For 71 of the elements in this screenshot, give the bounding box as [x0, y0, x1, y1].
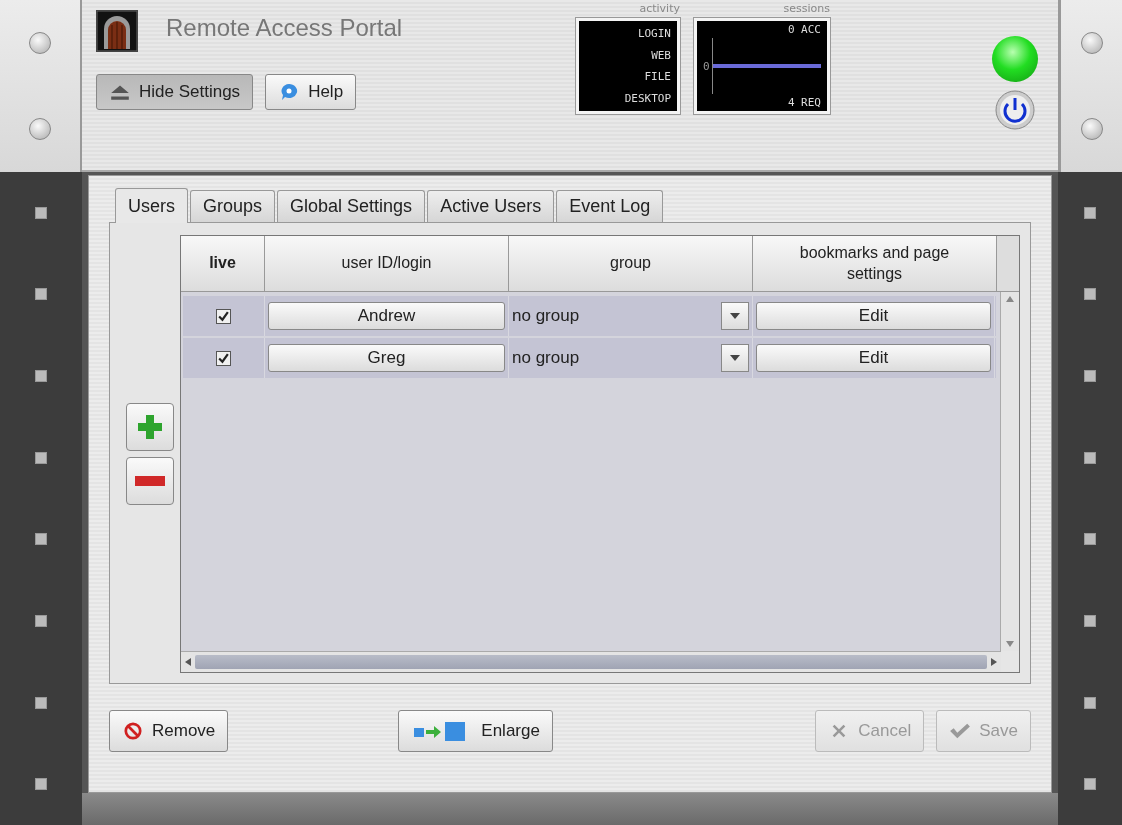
- square-led-icon: [1084, 533, 1096, 546]
- square-led-icon: [1084, 614, 1096, 627]
- scroll-thumb[interactable]: [195, 655, 987, 669]
- square-led-icon: [1084, 206, 1096, 219]
- user-button[interactable]: Greg: [268, 344, 505, 372]
- eject-icon: [109, 83, 131, 101]
- header-button[interactable]: Hide Settings: [96, 74, 254, 110]
- square-led-icon: [1084, 778, 1096, 791]
- add-button[interactable]: [126, 403, 174, 451]
- horizontal-scrollbar[interactable]: [181, 651, 1001, 672]
- screw-icon: [29, 118, 51, 140]
- group-value: no group: [512, 306, 581, 326]
- sessions-reading: 4 REQ: [787, 96, 821, 109]
- square-led-icon: [35, 451, 47, 464]
- screw-icon: [1080, 32, 1103, 54]
- dropdown-button[interactable]: [721, 302, 749, 330]
- tab[interactable]: Global Settings: [277, 190, 426, 222]
- tab[interactable]: Active Users: [427, 190, 555, 222]
- scroll-down-icon[interactable]: [1006, 641, 1014, 647]
- column-header: bookmarks and page settings: [753, 236, 997, 292]
- activity-line: FILE: [644, 70, 671, 84]
- tab[interactable]: Users: [115, 188, 188, 223]
- edit-button[interactable]: Edit: [756, 302, 991, 330]
- square-led-icon: [35, 288, 47, 301]
- power-icon[interactable]: [995, 90, 1035, 130]
- vertical-scrollbar[interactable]: [1000, 292, 1019, 651]
- column-header: user ID/login: [265, 236, 509, 292]
- tab[interactable]: Event Log: [556, 190, 664, 222]
- sessions-reading: 0 ACC: [787, 23, 821, 36]
- live-checkbox[interactable]: [216, 350, 231, 366]
- axis-label: 0: [703, 59, 710, 73]
- activity-line: LOGIN: [637, 27, 671, 41]
- square-led-icon: [1084, 288, 1096, 301]
- activity-line: DESKTOP: [624, 91, 671, 105]
- caret-icon: [729, 354, 741, 362]
- scroll-up-icon[interactable]: [1006, 296, 1014, 302]
- app-title: Remote Access Portal: [166, 14, 403, 42]
- square-led-icon: [1084, 451, 1096, 464]
- check-icon: [949, 722, 972, 740]
- scroll-right-icon[interactable]: [991, 658, 997, 666]
- square-led-icon: [1084, 696, 1096, 709]
- square-led-icon: [35, 206, 47, 219]
- no-entry-icon: [122, 722, 144, 740]
- square-led-icon: [1084, 370, 1096, 383]
- edit-button[interactable]: Edit: [756, 344, 991, 372]
- door-icon: [96, 10, 138, 52]
- header-button[interactable]: Help: [265, 74, 357, 110]
- meter-label: sessions: [783, 2, 830, 15]
- screw-icon: [29, 32, 51, 54]
- screw-icon: [1080, 118, 1103, 140]
- group-value: no group: [512, 348, 581, 368]
- meter-label: activity: [639, 2, 680, 15]
- footer-button[interactable]: Enlarge: [398, 710, 553, 752]
- square-led-icon: [35, 614, 47, 627]
- square-led-icon: [35, 533, 47, 546]
- plus-icon: [135, 412, 165, 442]
- column-header: group: [509, 236, 753, 292]
- activity-line: WEB: [651, 48, 671, 62]
- user-button[interactable]: Andrew: [268, 302, 505, 330]
- minus-icon: [135, 476, 165, 486]
- scroll-left-icon[interactable]: [185, 658, 191, 666]
- remove-row-button[interactable]: [126, 457, 174, 505]
- tab[interactable]: Groups: [190, 190, 276, 222]
- footer-button[interactable]: Remove: [109, 710, 229, 752]
- square-led-icon: [35, 370, 47, 383]
- live-checkbox[interactable]: [216, 308, 231, 324]
- dropdown-button[interactable]: [721, 344, 749, 372]
- square-led-icon: [35, 696, 47, 709]
- caret-icon: [729, 312, 741, 320]
- column-header: live: [181, 236, 265, 292]
- square-led-icon: [35, 778, 47, 791]
